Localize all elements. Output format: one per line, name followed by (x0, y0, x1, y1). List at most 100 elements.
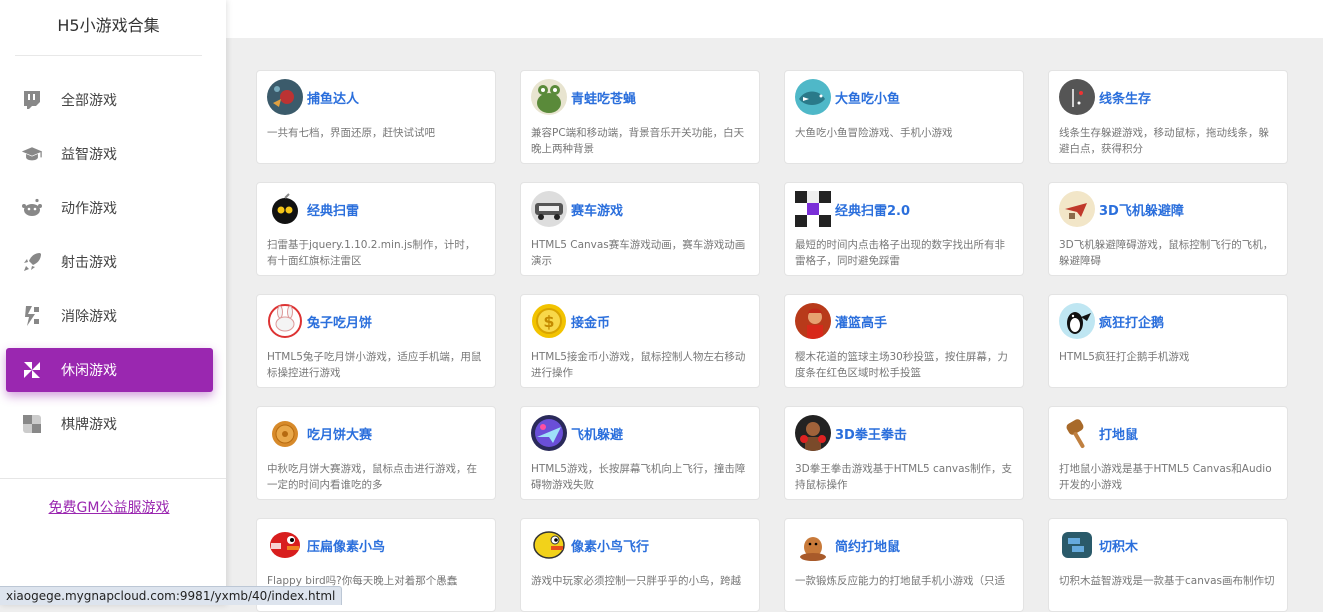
bomb-thumb (267, 191, 303, 227)
mooncake-thumb (267, 415, 303, 451)
game-card[interactable]: $ 接金币 HTML5接金币小游戏，鼠标控制人物左右移动进行操作 (520, 294, 760, 388)
game-card[interactable]: 飞机躲避 HTML5游戏，长按屏幕飞机向上飞行，撞击障碍物游戏失败 (520, 406, 760, 500)
line-survival-thumb (1059, 79, 1095, 115)
mole-thumb (795, 527, 831, 563)
game-card[interactable]: 3D飞机躲避障 3D飞机躲避障碍游戏，鼠标控制飞行的飞机，躲避障碍 (1048, 182, 1288, 276)
game-title[interactable]: 疯狂打企鹅 (1099, 312, 1164, 331)
game-description: HTML5疯狂打企鹅手机游戏 (1059, 351, 1190, 363)
game-description: 3D飞机躲避障碍游戏，鼠标控制飞行的飞机，躲避障碍 (1059, 239, 1274, 267)
game-card[interactable]: 兔子吃月饼 HTML5兔子吃月饼小游戏，适应手机端，用鼠标操控进行游戏 (256, 294, 496, 388)
game-title[interactable]: 经典扫雷2.0 (835, 200, 910, 219)
blocks-thumb (1059, 527, 1095, 563)
sidebar-item-label: 消除游戏 (61, 309, 117, 325)
game-description: 一共有七档，界面还原，赶快试试吧 (267, 127, 435, 139)
sidebar-item-label: 休闲游戏 (61, 363, 117, 379)
game-description: HTML5接金币小游戏，鼠标控制人物左右移动进行操作 (531, 351, 746, 379)
flappy-red-thumb (267, 527, 303, 563)
app-title: H5小游戏合集 (15, 0, 202, 56)
game-title[interactable]: 线条生存 (1099, 88, 1151, 107)
game-title[interactable]: 赛车游戏 (571, 200, 623, 219)
twitch-icon (21, 89, 43, 111)
game-title[interactable]: 灌篮高手 (835, 312, 887, 331)
game-description: 打地鼠小游戏是基于HTML5 Canvas和Audio开发的小游戏 (1059, 463, 1272, 491)
game-card[interactable]: 灌篮高手 樱木花道的篮球主场30秒投篮，按住屏幕，力度条在红色区域时松手投篮 (784, 294, 1024, 388)
browser-status-url: xiaogege.mygnapcloud.com:9981/yxmb/40/in… (0, 586, 343, 605)
sidebar-item-label: 棋牌游戏 (61, 417, 117, 433)
sidebar-item-label: 全部游戏 (61, 93, 117, 109)
game-title[interactable]: 大鱼吃小鱼 (835, 88, 900, 107)
game-title[interactable]: 飞机躲避 (571, 424, 623, 443)
game-description: 3D拳王拳击游戏基于HTML5 canvas制作，支持鼠标操作 (795, 463, 1012, 491)
sidebar-item-casual[interactable]: 休闲游戏 (6, 348, 213, 392)
game-card[interactable]: 疯狂打企鹅 HTML5疯狂打企鹅手机游戏 (1048, 294, 1288, 388)
flappy-yellow-thumb (531, 527, 567, 563)
sidebar-item-shooting[interactable]: 射击游戏 (6, 240, 213, 284)
sidebar-divider (0, 478, 226, 479)
game-title[interactable]: 像素小鸟飞行 (571, 536, 649, 555)
game-card[interactable]: 经典扫雷2.0 最短的时间内点击格子出现的数字找出所有非雷格子，同时避免踩雷 (784, 182, 1024, 276)
game-card[interactable]: 赛车游戏 HTML5 Canvas赛车游戏动画，赛车游戏动画演示 (520, 182, 760, 276)
game-card[interactable]: 切积木 切积木益智游戏是一款基于canvas画布制作切 (1048, 518, 1288, 612)
game-description: 大鱼吃小鱼冒险游戏、手机小游戏 (795, 127, 953, 139)
game-title[interactable]: 3D拳王拳击 (835, 424, 907, 443)
game-title[interactable]: 捕鱼达人 (307, 88, 359, 107)
graduation-cap-icon (21, 143, 43, 165)
game-grid: 捕鱼达人 一共有七档，界面还原，赶快试试吧 青蛙吃苍蝇 兼容PC端和移动端，背景… (256, 70, 1296, 612)
game-title[interactable]: 压扁像素小鸟 (307, 536, 385, 555)
game-title[interactable]: 兔子吃月饼 (307, 312, 372, 331)
game-card[interactable]: 像素小鸟飞行 游戏中玩家必须控制一只胖乎乎的小鸟，跨越 (520, 518, 760, 612)
frog-thumb (531, 79, 567, 115)
hammer-thumb (1059, 415, 1095, 451)
game-title[interactable]: 打地鼠 (1099, 424, 1138, 443)
game-card[interactable]: 打地鼠 打地鼠小游戏是基于HTML5 Canvas和Audio开发的小游戏 (1048, 406, 1288, 500)
sidebar-item-board[interactable]: 棋牌游戏 (6, 402, 213, 446)
svg-text:$: $ (543, 312, 554, 331)
game-description: HTML5 Canvas赛车游戏动画，赛车游戏动画演示 (531, 239, 746, 267)
game-card[interactable]: 捕鱼达人 一共有七档，界面还原，赶快试试吧 (256, 70, 496, 164)
sidebar-item-label: 射击游戏 (61, 255, 117, 271)
game-title[interactable]: 切积木 (1099, 536, 1138, 555)
game-title[interactable]: 接金币 (571, 312, 610, 331)
sidebar: H5小游戏合集 全部游戏 益智游戏 动作游戏 射击游戏 消除游戏 休闲游戏 棋牌… (0, 0, 226, 605)
game-card[interactable]: 青蛙吃苍蝇 兼容PC端和移动端，背景音乐开关功能，白天晚上两种背景 (520, 70, 760, 164)
game-description: 切积木益智游戏是一款基于canvas画布制作切 (1059, 575, 1275, 587)
coin-thumb: $ (531, 303, 567, 339)
game-description: HTML5游戏，长按屏幕飞机向上飞行，撞击障碍物游戏失败 (531, 463, 746, 491)
reddit-alien-icon (21, 197, 43, 219)
car-thumb (531, 191, 567, 227)
game-card[interactable]: 线条生存 线条生存躲避游戏，移动鼠标，拖动线条，躲避白点，获得积分 (1048, 70, 1288, 164)
pinwheel-icon (21, 359, 43, 381)
rabbit-thumb (267, 303, 303, 339)
gm-server-link[interactable]: 免费GM公益服游戏 (0, 497, 218, 517)
game-description: 中秋吃月饼大赛游戏，鼠标点击进行游戏，在一定的时间内看谁吃的多 (267, 463, 477, 491)
boxer-thumb (795, 415, 831, 451)
sidebar-item-match[interactable]: 消除游戏 (6, 294, 213, 338)
game-title[interactable]: 经典扫雷 (307, 200, 359, 219)
sidebar-item-label: 动作游戏 (61, 201, 117, 217)
game-title[interactable]: 青蛙吃苍蝇 (571, 88, 636, 107)
game-card[interactable]: 3D拳王拳击 3D拳王拳击游戏基于HTML5 canvas制作，支持鼠标操作 (784, 406, 1024, 500)
basketball-thumb (795, 303, 831, 339)
game-card[interactable]: 经典扫雷 扫雷基于jquery.1.10.2.min.js制作，计时，有十面红旗… (256, 182, 496, 276)
game-description: 兼容PC端和移动端，背景音乐开关功能，白天晚上两种背景 (531, 127, 745, 155)
rocket-icon (21, 251, 43, 273)
sidebar-item-all[interactable]: 全部游戏 (6, 78, 213, 122)
game-title[interactable]: 吃月饼大赛 (307, 424, 372, 443)
game-title[interactable]: 3D飞机躲避障 (1099, 200, 1184, 219)
game-card[interactable]: 简约打地鼠 一款锻炼反应能力的打地鼠手机小游戏（只适 (784, 518, 1024, 612)
sidebar-item-action[interactable]: 动作游戏 (6, 186, 213, 230)
plane-thumb (531, 415, 567, 451)
sidebar-item-puzzle[interactable]: 益智游戏 (6, 132, 213, 176)
game-title[interactable]: 简约打地鼠 (835, 536, 900, 555)
game-description: HTML5兔子吃月饼小游戏，适应手机端，用鼠标操控进行游戏 (267, 351, 482, 379)
sidebar-nav: 全部游戏 益智游戏 动作游戏 射击游戏 消除游戏 休闲游戏 棋牌游戏 (0, 78, 226, 456)
bolt-blocks-icon (21, 305, 43, 327)
game-card[interactable]: 大鱼吃小鱼 大鱼吃小鱼冒险游戏、手机小游戏 (784, 70, 1024, 164)
penguin-thumb (1059, 303, 1095, 339)
fish-hunter-thumb (267, 79, 303, 115)
minesweeper2-thumb (795, 191, 831, 227)
game-description: 游戏中玩家必须控制一只胖乎乎的小鸟，跨越 (531, 575, 741, 587)
plane3d-thumb (1059, 191, 1095, 227)
game-card[interactable]: 吃月饼大赛 中秋吃月饼大赛游戏，鼠标点击进行游戏，在一定的时间内看谁吃的多 (256, 406, 496, 500)
big-fish-thumb (795, 79, 831, 115)
